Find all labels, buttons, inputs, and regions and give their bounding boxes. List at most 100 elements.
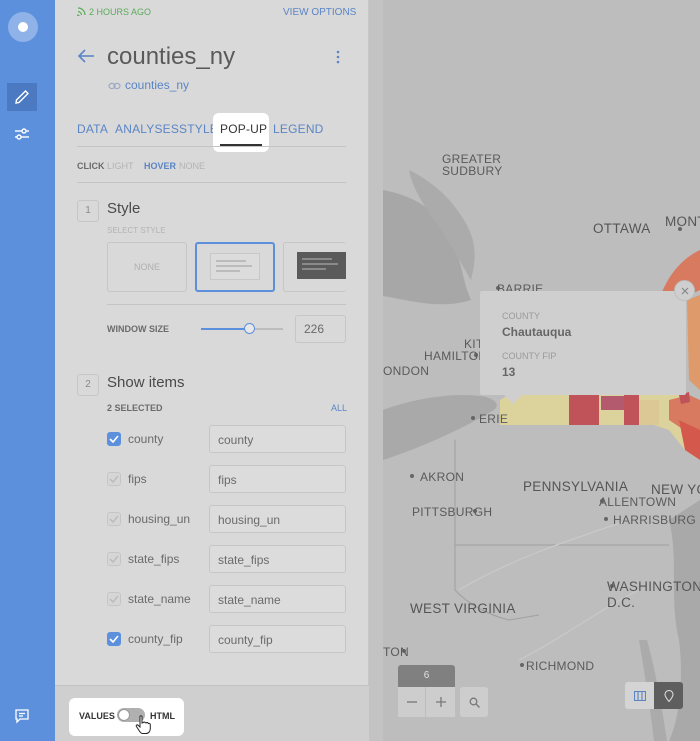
- chat-feedback-icon[interactable]: [7, 702, 37, 730]
- show-items-title: Show items: [107, 374, 185, 391]
- tab-data[interactable]: DATA: [77, 122, 108, 136]
- field-name-fips: fips: [128, 472, 147, 486]
- check-icon: [109, 555, 119, 563]
- rss-icon: [76, 7, 86, 18]
- hover-mode-value[interactable]: NONE: [179, 161, 205, 171]
- zoom-level: 6: [398, 665, 455, 687]
- dataset-link-icon: [108, 78, 121, 96]
- map-label-ottawa: OTTAWA: [593, 221, 651, 236]
- window-size-slider-fill: [201, 328, 249, 330]
- more-options-icon[interactable]: [335, 50, 341, 69]
- minus-icon: [406, 701, 417, 703]
- checkbox-state-fips[interactable]: [107, 552, 121, 566]
- view-options-link[interactable]: VIEW OPTIONS: [283, 7, 356, 18]
- style-option-dark[interactable]: [283, 242, 346, 292]
- style-option-none[interactable]: NONE: [107, 242, 187, 292]
- style-section-subtitle: SELECT STYLE: [107, 226, 166, 235]
- window-size-slider-handle[interactable]: [244, 323, 255, 334]
- map-label-dc: D.C.: [607, 595, 636, 610]
- map-pin-icon: [663, 689, 674, 702]
- county-shape: [687, 295, 700, 390]
- map-label-pennsylvania: PENNSYLVANIA: [523, 479, 629, 494]
- step-number-2: 2: [77, 374, 99, 396]
- check-icon: [109, 435, 119, 443]
- tab-analyses[interactable]: ANALYSES: [115, 122, 179, 136]
- map-search-button[interactable]: [460, 687, 488, 717]
- layer-editor-panel: 2 HOURS AGO VIEW OPTIONS counties_ny cou…: [55, 0, 369, 741]
- click-mode-value[interactable]: LIGHT: [107, 161, 134, 171]
- tab-legend[interactable]: LEGEND: [273, 122, 324, 136]
- dark-popup-preview: [297, 252, 346, 279]
- values-label[interactable]: VALUES: [79, 711, 115, 721]
- popup-field1-value: Chautauqua: [502, 325, 572, 339]
- field-name-county-fip: county_fip: [128, 632, 183, 646]
- map-view-toggle: [625, 682, 683, 709]
- field-title-input-county[interactable]: county: [209, 425, 346, 453]
- checkbox-state-name[interactable]: [107, 592, 121, 606]
- check-icon: [109, 635, 119, 643]
- popup-field2-value: 13: [502, 365, 516, 379]
- click-mode-label[interactable]: CLICK: [77, 161, 105, 171]
- settings-sliders-icon[interactable]: [7, 120, 37, 148]
- field-name-housing-un: housing_un: [128, 512, 191, 526]
- field-title-input-state-name[interactable]: state_name: [209, 585, 346, 613]
- live-status: 2 HOURS AGO: [76, 7, 152, 18]
- map-popup: COUNTY Chautauqua COUNTY FIP 13: [480, 291, 686, 404]
- popup-tail: [504, 395, 522, 404]
- html-label[interactable]: HTML: [150, 711, 175, 721]
- style-divider: [107, 304, 346, 305]
- map-label-richmond: RICHMOND: [526, 659, 595, 673]
- window-size-label: WINDOW SIZE: [107, 324, 169, 334]
- select-all-link[interactable]: ALL: [331, 403, 347, 413]
- field-title-input-county-fip[interactable]: county_fip: [209, 625, 346, 653]
- search-icon: [469, 697, 480, 708]
- checkbox-county-fip[interactable]: [107, 632, 121, 646]
- popup-field2-label: COUNTY FIP: [502, 351, 557, 361]
- hand-cursor-icon: [135, 715, 151, 734]
- zoom-out-button[interactable]: [398, 687, 426, 717]
- app: 2 HOURS AGO VIEW OPTIONS counties_ny cou…: [0, 0, 700, 741]
- field-title-input-housing-un[interactable]: housing_un: [209, 505, 346, 533]
- left-nav-rail: [0, 0, 55, 741]
- county-shape: [639, 400, 659, 425]
- selected-count: 2 SELECTED: [107, 403, 163, 413]
- back-arrow-icon[interactable]: [77, 48, 95, 69]
- style-option-light[interactable]: [195, 242, 275, 292]
- checkbox-fips[interactable]: [107, 472, 121, 486]
- field-title-input-fips[interactable]: fips: [209, 465, 346, 493]
- popup-close-icon[interactable]: [674, 280, 695, 301]
- live-status-text: 2 HOURS AGO: [89, 7, 152, 17]
- tab-popup[interactable]: POP-UP: [220, 122, 267, 136]
- check-icon: [109, 595, 119, 603]
- carto-logo-icon[interactable]: [8, 12, 38, 42]
- popup-field1-label: COUNTY: [502, 311, 540, 321]
- tabs-divider: [77, 146, 346, 147]
- source-dataset-link[interactable]: counties_ny: [125, 78, 189, 92]
- map-label-mont: MONT: [665, 214, 700, 229]
- checkbox-housing-un[interactable]: [107, 512, 121, 526]
- window-size-input[interactable]: 226: [295, 315, 346, 343]
- map-label-west-virginia: WEST VIRGINIA: [410, 601, 516, 616]
- county-shape: [569, 395, 599, 425]
- map-view-button[interactable]: [654, 682, 683, 709]
- edit-pencil-icon[interactable]: [7, 83, 37, 111]
- map-label-ton: TON: [383, 645, 410, 659]
- map-canvas[interactable]: GREATER SUDBURY OTTAWA MONT BARRIE KIT H…: [369, 0, 700, 741]
- table-view-button[interactable]: [625, 682, 654, 709]
- map-label-washington: WASHINGTON: [607, 579, 700, 594]
- layer-title[interactable]: counties_ny: [107, 43, 235, 71]
- checkbox-county[interactable]: [107, 432, 121, 446]
- field-name-county: county: [128, 432, 164, 446]
- field-name-state-fips: state_fips: [128, 552, 180, 566]
- map-label-akron: AKRON: [420, 470, 465, 484]
- panel-footer: VALUES HTML: [55, 685, 369, 741]
- county-shape: [624, 395, 639, 425]
- window-size-slider[interactable]: [201, 323, 283, 334]
- field-title-input-state-fips[interactable]: state_fips: [209, 545, 346, 573]
- zoom-in-button[interactable]: [426, 687, 455, 717]
- mode-divider: [77, 182, 346, 183]
- zoom-control: 6: [398, 665, 455, 717]
- field-name-state-name: state_name: [128, 592, 191, 606]
- hover-mode-label[interactable]: HOVER: [144, 161, 176, 171]
- step-number-1: 1: [77, 200, 99, 222]
